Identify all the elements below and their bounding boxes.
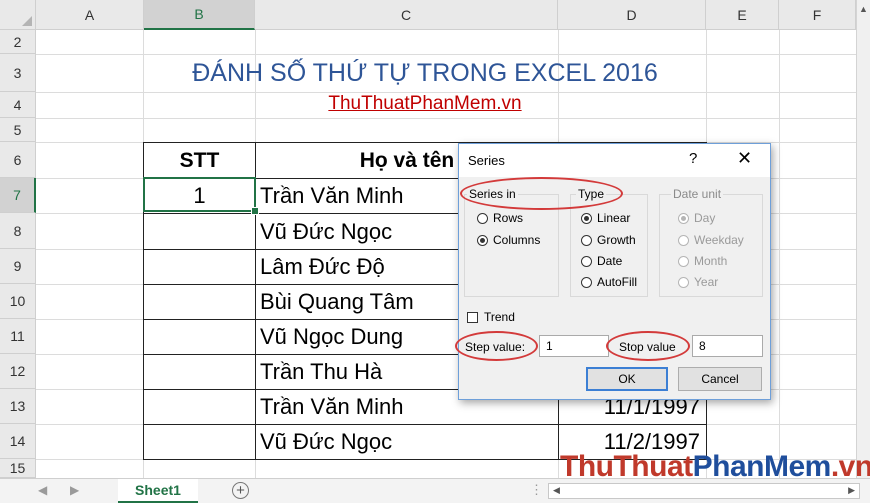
stt-cell[interactable] [143, 249, 256, 285]
column-header-a[interactable]: A [36, 0, 144, 30]
trend-label: Trend [484, 310, 515, 324]
gridline [36, 118, 856, 119]
radio-circle[interactable] [581, 255, 592, 267]
trend-checkbox[interactable]: Trend [467, 310, 515, 324]
radio-date-label: Date [597, 254, 623, 268]
tab-next-icon[interactable]: ▶ [70, 483, 79, 497]
stt-cell[interactable] [143, 389, 256, 425]
tab-sheet1[interactable]: Sheet1 [118, 479, 198, 503]
radio-day[interactable]: Day [678, 211, 715, 225]
row-header-6[interactable]: 6 [0, 142, 36, 178]
stop-value-input[interactable]: 8 [692, 335, 763, 357]
cancel-button[interactable]: Cancel [678, 367, 762, 391]
gridline [779, 30, 780, 478]
scroll-right-icon[interactable]: ▶ [848, 485, 855, 496]
row-header-4[interactable]: 4 [0, 92, 36, 118]
column-header-c[interactable]: C [255, 0, 558, 30]
column-header-d[interactable]: D [558, 0, 706, 30]
radio-growth-label: Growth [597, 233, 636, 247]
row-header-15[interactable]: 15 [0, 459, 36, 478]
series-dialog: Series ? ✕ Series in Rows Columns Type L… [455, 143, 771, 400]
radio-date[interactable]: Date [581, 254, 622, 268]
row-header-12[interactable]: 12 [0, 354, 36, 389]
highlight-ring [606, 331, 690, 361]
radio-circle[interactable] [678, 234, 689, 246]
sheet-subtitle-link[interactable]: ThuThuatPhanMem.vn [144, 92, 706, 116]
sheet-title: ĐÁNH SỐ THỨ TỰ TRONG EXCEL 2016 [192, 59, 658, 87]
radio-circle[interactable] [477, 212, 488, 224]
row-header-3[interactable]: 3 [0, 54, 36, 92]
row-header-9[interactable]: 9 [0, 249, 36, 284]
radio-circle[interactable] [678, 276, 689, 288]
checkbox-box[interactable] [467, 311, 478, 323]
vertical-scrollbar[interactable]: ▲ [856, 0, 870, 478]
radio-year[interactable]: Year [678, 275, 718, 289]
radio-weekday-label: Weekday [694, 233, 744, 247]
column-header-b[interactable]: B [144, 0, 255, 30]
active-cell-border [143, 177, 256, 212]
radio-columns[interactable]: Columns [477, 233, 540, 247]
add-sheet-icon[interactable]: + [232, 482, 249, 499]
row-header-14[interactable]: 14 [0, 424, 36, 459]
stt-cell[interactable] [143, 213, 256, 250]
select-all-corner[interactable] [0, 0, 36, 30]
radio-circle[interactable] [581, 234, 592, 246]
stt-cell[interactable] [143, 354, 256, 390]
header-stt[interactable]: STT [143, 142, 256, 179]
gridline [36, 54, 856, 55]
sheet-tab-bar: ◀ ▶ Sheet1 + ⋮ ◀ ▶ [0, 478, 870, 503]
row-header-13[interactable]: 13 [0, 389, 36, 424]
radio-rows-label: Rows [493, 211, 524, 225]
highlight-ring [455, 331, 538, 361]
radio-circle[interactable] [477, 234, 488, 246]
close-icon[interactable]: ✕ [737, 148, 752, 169]
radio-growth[interactable]: Growth [581, 233, 636, 247]
radio-autofill-label: AutoFill [597, 275, 638, 289]
row-header-11[interactable]: 11 [0, 319, 36, 354]
row-header-2[interactable]: 2 [0, 30, 36, 54]
radio-linear[interactable]: Linear [581, 211, 630, 225]
radio-month[interactable]: Month [678, 254, 727, 268]
ok-button[interactable]: OK [586, 367, 668, 391]
row-header-7[interactable]: 7 [0, 178, 36, 213]
splitter-icon[interactable]: ⋮ [530, 482, 543, 498]
scroll-left-icon[interactable]: ◀ [553, 485, 560, 496]
dialog-titlebar[interactable]: Series ? ✕ [459, 144, 770, 177]
stt-cell[interactable] [143, 284, 256, 320]
radio-circle[interactable] [678, 212, 689, 224]
name-cell[interactable]: Vũ Đức Ngọc [255, 424, 559, 460]
row-header-10[interactable]: 10 [0, 284, 36, 319]
row-header-8[interactable]: 8 [0, 213, 36, 249]
radio-linear-label: Linear [597, 211, 631, 225]
step-value-input[interactable]: 1 [539, 335, 609, 357]
radio-rows[interactable]: Rows [477, 211, 523, 225]
radio-circle[interactable] [581, 212, 592, 224]
stt-cell[interactable] [143, 319, 256, 355]
scroll-up-icon[interactable]: ▲ [859, 4, 868, 14]
column-header-f[interactable]: F [779, 0, 856, 30]
column-header-e[interactable]: E [706, 0, 779, 30]
date-unit-label: Date unit [671, 187, 724, 201]
stt-cell[interactable] [143, 424, 256, 460]
fill-handle[interactable] [251, 207, 259, 215]
horizontal-scrollbar[interactable]: ◀ ▶ [548, 483, 860, 499]
radio-autofill[interactable]: AutoFill [581, 275, 637, 289]
radio-columns-label: Columns [493, 233, 541, 247]
radio-weekday[interactable]: Weekday [678, 233, 744, 247]
radio-month-label: Month [694, 254, 728, 268]
tab-prev-icon[interactable]: ◀ [38, 483, 47, 497]
radio-day-label: Day [694, 211, 716, 225]
radio-circle[interactable] [678, 255, 689, 267]
dialog-title: Series [468, 153, 505, 168]
highlight-ring [460, 177, 623, 210]
radio-year-label: Year [694, 275, 719, 289]
row-header-5[interactable]: 5 [0, 118, 36, 142]
help-button[interactable]: ? [689, 150, 697, 167]
radio-circle[interactable] [581, 276, 592, 288]
